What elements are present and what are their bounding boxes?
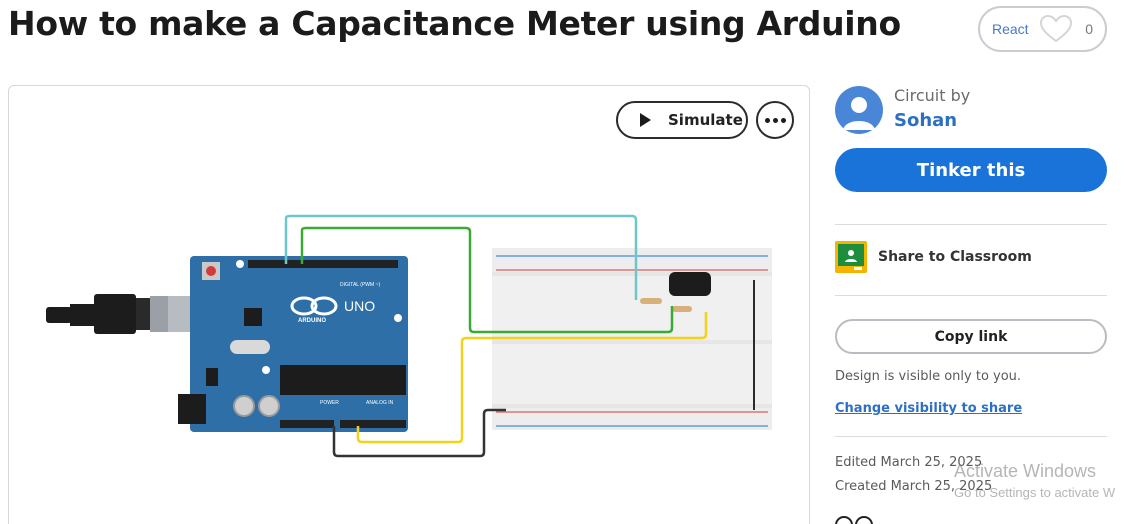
page-title: How to make a Capacitance Meter using Ar… <box>8 4 901 43</box>
heart-icon <box>1039 14 1072 43</box>
divider <box>835 436 1107 437</box>
share-to-classroom-button[interactable]: Share to Classroom <box>835 241 1032 273</box>
license-icons <box>835 516 873 524</box>
react-count: 0 <box>1085 21 1093 37</box>
divider <box>835 295 1107 296</box>
activate-windows-subtitle: Go to Settings to activate W <box>954 485 1116 500</box>
arduino-board: DIGITAL (PWM ~) ARDUINO UNO POWER ANALOG… <box>178 256 408 432</box>
copy-link-button[interactable]: Copy link <box>835 319 1107 354</box>
board-brand: ARDUINO <box>298 318 326 324</box>
circuit-diagram: DIGITAL (PWM ~) ARDUINO UNO POWER ANALOG… <box>46 214 772 458</box>
dot <box>764 117 770 123</box>
play-icon <box>640 113 651 127</box>
avatar-glyph <box>843 97 875 130</box>
author-link[interactable]: Sohan <box>894 110 957 131</box>
by-icon <box>855 516 873 524</box>
circuit-by-label: Circuit by <box>894 86 971 105</box>
more-options-button[interactable] <box>756 101 794 139</box>
google-classroom-icon <box>835 241 867 273</box>
user-avatar-icon[interactable] <box>835 86 883 134</box>
activate-windows-title: Activate Windows <box>954 461 1097 481</box>
change-visibility-link[interactable]: Change visibility to share <box>835 401 1022 416</box>
dot <box>780 117 786 123</box>
power-label: POWER <box>320 400 339 406</box>
classroom-label: Share to Classroom <box>878 249 1032 265</box>
simulate-label: Simulate <box>668 111 743 129</box>
tinker-this-button[interactable]: Tinker this <box>835 148 1107 192</box>
react-label: React <box>992 21 1029 37</box>
cc-icon <box>835 516 853 524</box>
digital-pin-label: DIGITAL (PWM ~) <box>340 282 380 288</box>
divider <box>835 224 1107 225</box>
react-button[interactable]: React 0 <box>978 6 1107 52</box>
visibility-note: Design is visible only to you. <box>835 369 1022 384</box>
dot <box>772 117 778 123</box>
usb-cable <box>46 294 196 334</box>
simulate-button[interactable]: Simulate <box>616 101 748 139</box>
analog-label: ANALOG IN <box>366 400 394 406</box>
board-model: UNO <box>344 298 375 314</box>
page: How to make a Capacitance Meter using Ar… <box>0 0 1138 524</box>
